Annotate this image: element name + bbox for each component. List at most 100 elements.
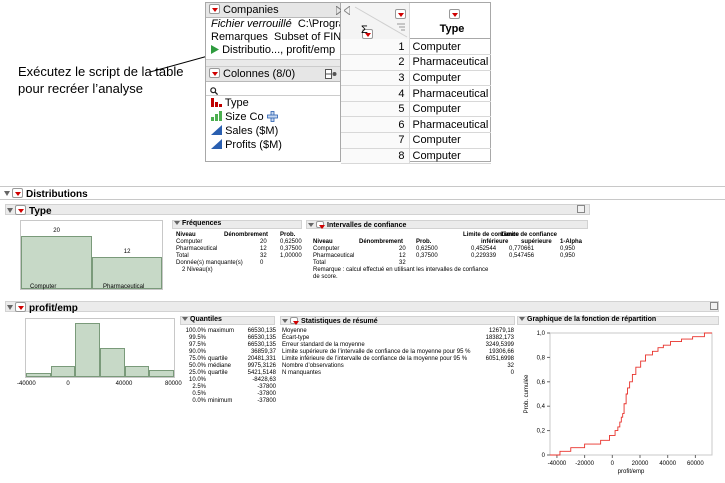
cell-type[interactable]: Pharmaceutical	[409, 85, 491, 102]
red-triangle-menu-icon[interactable]	[15, 302, 26, 312]
table-script-item[interactable]: Distributio..., profit/emp	[206, 44, 340, 57]
table-row[interactable]: 5 Computer	[341, 101, 491, 118]
disclosure-icon[interactable]	[4, 191, 10, 196]
quantile-label: quartile	[208, 356, 228, 362]
report-separator	[0, 186, 725, 187]
red-triangle-menu-icon[interactable]	[15, 205, 26, 215]
column-item[interactable]: Type	[206, 96, 340, 110]
stat-value: 19306,66	[488, 349, 514, 355]
red-triangle-menu-icon[interactable]	[209, 68, 220, 78]
profit-outline[interactable]: profit/emp	[7, 302, 78, 314]
row-number[interactable]: 5	[341, 101, 410, 118]
table-row[interactable]: 7 Computer	[341, 132, 491, 149]
category-label: Pharmaceutical	[103, 284, 145, 290]
table-row: 97.5% 66530,135	[186, 342, 276, 349]
table-row: Pharmaceutical 12 0,37500 0,229339 0,547456 0…	[313, 253, 588, 260]
table-row[interactable]: 3 Computer	[341, 70, 491, 87]
histogram-tick-label: 80000	[165, 381, 182, 387]
red-triangle-menu-icon[interactable]	[12, 188, 23, 198]
ci-cell: 0,770661	[509, 246, 535, 252]
row-number[interactable]: 1	[341, 39, 410, 56]
stat-label: Moyenne	[282, 328, 307, 334]
column-item[interactable]: Size Co	[206, 110, 340, 124]
table-row: 99.5% 66530,135	[186, 335, 276, 342]
column-name: Sales ($M)	[225, 125, 279, 137]
quantile-value: -37800	[257, 384, 276, 390]
type-title: Type	[29, 206, 52, 217]
platform-options-icon[interactable]	[710, 302, 718, 310]
row-number[interactable]: 3	[341, 70, 410, 87]
row-number[interactable]: 7	[341, 132, 410, 149]
column-item[interactable]: Sales ($M)	[206, 124, 340, 138]
ci-cell: 0,950	[560, 253, 576, 259]
quantile-pct: 90.0%	[188, 349, 206, 355]
quantiles-table: 100.0% maximum 66530,135 99.5% 66530,135 97.5…	[186, 328, 276, 405]
column-item[interactable]: Profits ($M)	[206, 138, 340, 152]
locked-file-path: C:\Progra	[297, 18, 340, 30]
red-triangle-menu-icon[interactable]	[209, 4, 220, 14]
cell-type[interactable]: Computer	[409, 101, 491, 118]
column-name: Size Co	[225, 111, 264, 123]
row-number[interactable]: 6	[341, 116, 410, 134]
quantiles-title[interactable]: Quantiles	[182, 316, 222, 324]
table-row: Pharmaceutical 12 0,37500	[176, 246, 304, 253]
row-number[interactable]: 8	[341, 148, 410, 165]
table-row: Nombre d’observations 32	[282, 363, 514, 370]
disclosure-icon[interactable]	[7, 305, 13, 310]
frequencies-title[interactable]: Fréquences	[174, 220, 221, 228]
stat-label: Nombre d’observations	[282, 363, 344, 369]
platform-options-icon[interactable]	[577, 205, 585, 213]
table-row[interactable]: 8 Computer	[341, 148, 491, 165]
confidence-intervals-title[interactable]: Intervalles de confiance	[308, 221, 406, 230]
search-icon[interactable]	[210, 87, 219, 96]
column-group-icon[interactable]	[325, 69, 337, 79]
cdf-title[interactable]: Graphique de la fonction de répartition	[519, 316, 656, 324]
red-triangle-menu-icon[interactable]	[449, 9, 460, 19]
stat-value: 3249,5399	[485, 342, 514, 348]
row-number[interactable]: 2	[341, 54, 410, 71]
cell-type[interactable]: Computer	[409, 148, 491, 165]
summary-title[interactable]: Statistiques de résumé	[282, 317, 378, 326]
x-tick-label: 0	[611, 461, 615, 467]
quantile-value: -37800	[257, 398, 276, 404]
table-row[interactable]: 6 Pharmaceutical	[341, 116, 491, 134]
type-bar-chart: 20 12	[20, 220, 163, 290]
role-crosshair-icon	[266, 111, 278, 122]
play-script-icon[interactable]	[211, 45, 219, 54]
cell-type[interactable]: Computer	[409, 70, 491, 87]
ci-total-row: Total 32	[313, 260, 406, 266]
table-row: N manquantes 0	[282, 370, 514, 377]
stat-value: 6051,6998	[485, 356, 514, 362]
row-number[interactable]: 4	[341, 85, 410, 102]
frequencies-table: Niveau Dénombrement Prob. Computer 20 0,62…	[176, 232, 304, 274]
table-row[interactable]: 2 Pharmaceutical	[341, 54, 491, 71]
table-row: Computer 20 0,62500	[176, 239, 304, 246]
table-panel: Companies Fichier verrouillé C:\Progra R…	[205, 2, 343, 162]
cell-type[interactable]: Computer	[409, 132, 491, 149]
table-row: Limite supérieure de l’intervalle de con…	[282, 349, 514, 356]
table-name: Companies	[223, 4, 279, 16]
level-cell: Pharmaceutical	[176, 246, 218, 252]
cell-type[interactable]: Pharmaceutical	[409, 54, 491, 71]
x-tick-label: 60000	[687, 461, 704, 467]
collapse-icon[interactable]	[331, 5, 343, 16]
grid-header: Σ Type	[341, 3, 490, 39]
column-header-type[interactable]: Type	[413, 23, 491, 35]
summary-table: Moyenne 12679,18 Écart-type 18382,173 Erreur…	[282, 328, 514, 377]
cell-type[interactable]: Computer	[409, 39, 491, 56]
level-cell: Total	[176, 253, 189, 259]
disclosure-icon[interactable]	[7, 208, 13, 213]
table-row[interactable]: 1 Computer	[341, 39, 491, 56]
panel-divider[interactable]	[206, 59, 340, 67]
table-row[interactable]: 4 Pharmaceutical	[341, 85, 491, 102]
cell-type[interactable]: Pharmaceutical	[409, 116, 491, 134]
histogram-tick-label: 0	[66, 381, 70, 387]
table-row: Écart-type 18382,173	[282, 335, 514, 342]
row-header-corner[interactable]: Σ	[341, 3, 410, 39]
quantile-value: 9975,3126	[247, 363, 276, 369]
type-outline[interactable]: Type	[7, 205, 52, 217]
column-search-row[interactable]	[206, 82, 340, 96]
quantile-pct: 50.0%	[188, 363, 206, 369]
quantile-value: -8428,63	[252, 377, 276, 383]
quantile-pct: 75.0%	[188, 356, 206, 362]
